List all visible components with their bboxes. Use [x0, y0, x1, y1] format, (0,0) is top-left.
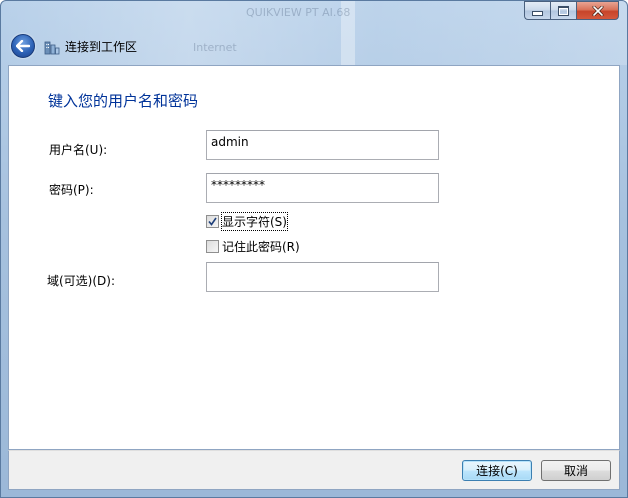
show-chars-option[interactable]: 显示字符(S): [206, 212, 288, 231]
background-window-title: QUIKVIEW PT AI.68: [246, 6, 351, 19]
background-ghost-text: Internet: [193, 41, 237, 54]
minimize-icon: [532, 11, 543, 16]
nav-title-text: 连接到工作区: [65, 40, 138, 54]
caption-buttons: [524, 1, 619, 20]
show-chars-checkbox[interactable]: [206, 215, 219, 228]
content-panel: 键入您的用户名和密码 用户名(U): admin 密码(P): ********…: [8, 65, 620, 450]
workplace-connection-icon: [44, 41, 60, 54]
dialog-window: QUIKVIEW PT AI.68 Internet 连接到工作区 键入您的用户…: [0, 0, 628, 498]
dialog-footer: 连接(C) 取消: [8, 450, 620, 490]
back-button[interactable]: [11, 34, 35, 58]
password-field[interactable]: *********: [206, 173, 439, 203]
cancel-button[interactable]: 取消: [541, 460, 611, 481]
domain-field[interactable]: [206, 262, 439, 292]
connect-button[interactable]: 连接(C): [462, 460, 532, 481]
username-field[interactable]: admin: [206, 130, 439, 160]
remember-password-option[interactable]: 记住此密码(R): [206, 238, 300, 255]
maximize-icon: [558, 5, 569, 16]
remember-password-label: 记住此密码(R): [222, 240, 300, 254]
password-label: 密码(P):: [49, 183, 94, 197]
back-arrow-icon: [16, 40, 30, 52]
maximize-button[interactable]: [550, 1, 576, 20]
checkmark-icon: [208, 217, 217, 226]
remember-password-checkbox[interactable]: [206, 240, 219, 253]
close-button[interactable]: [576, 1, 619, 20]
domain-label: 域(可选)(D):: [47, 274, 116, 288]
minimize-button[interactable]: [524, 1, 550, 20]
page-title: 键入您的用户名和密码: [48, 92, 199, 110]
nav-title: 连接到工作区: [44, 38, 137, 55]
username-label: 用户名(U):: [49, 143, 108, 157]
close-icon: [592, 5, 603, 16]
show-chars-label: 显示字符(S): [221, 212, 288, 231]
username-value: admin: [211, 135, 249, 149]
password-value: *********: [211, 178, 265, 192]
